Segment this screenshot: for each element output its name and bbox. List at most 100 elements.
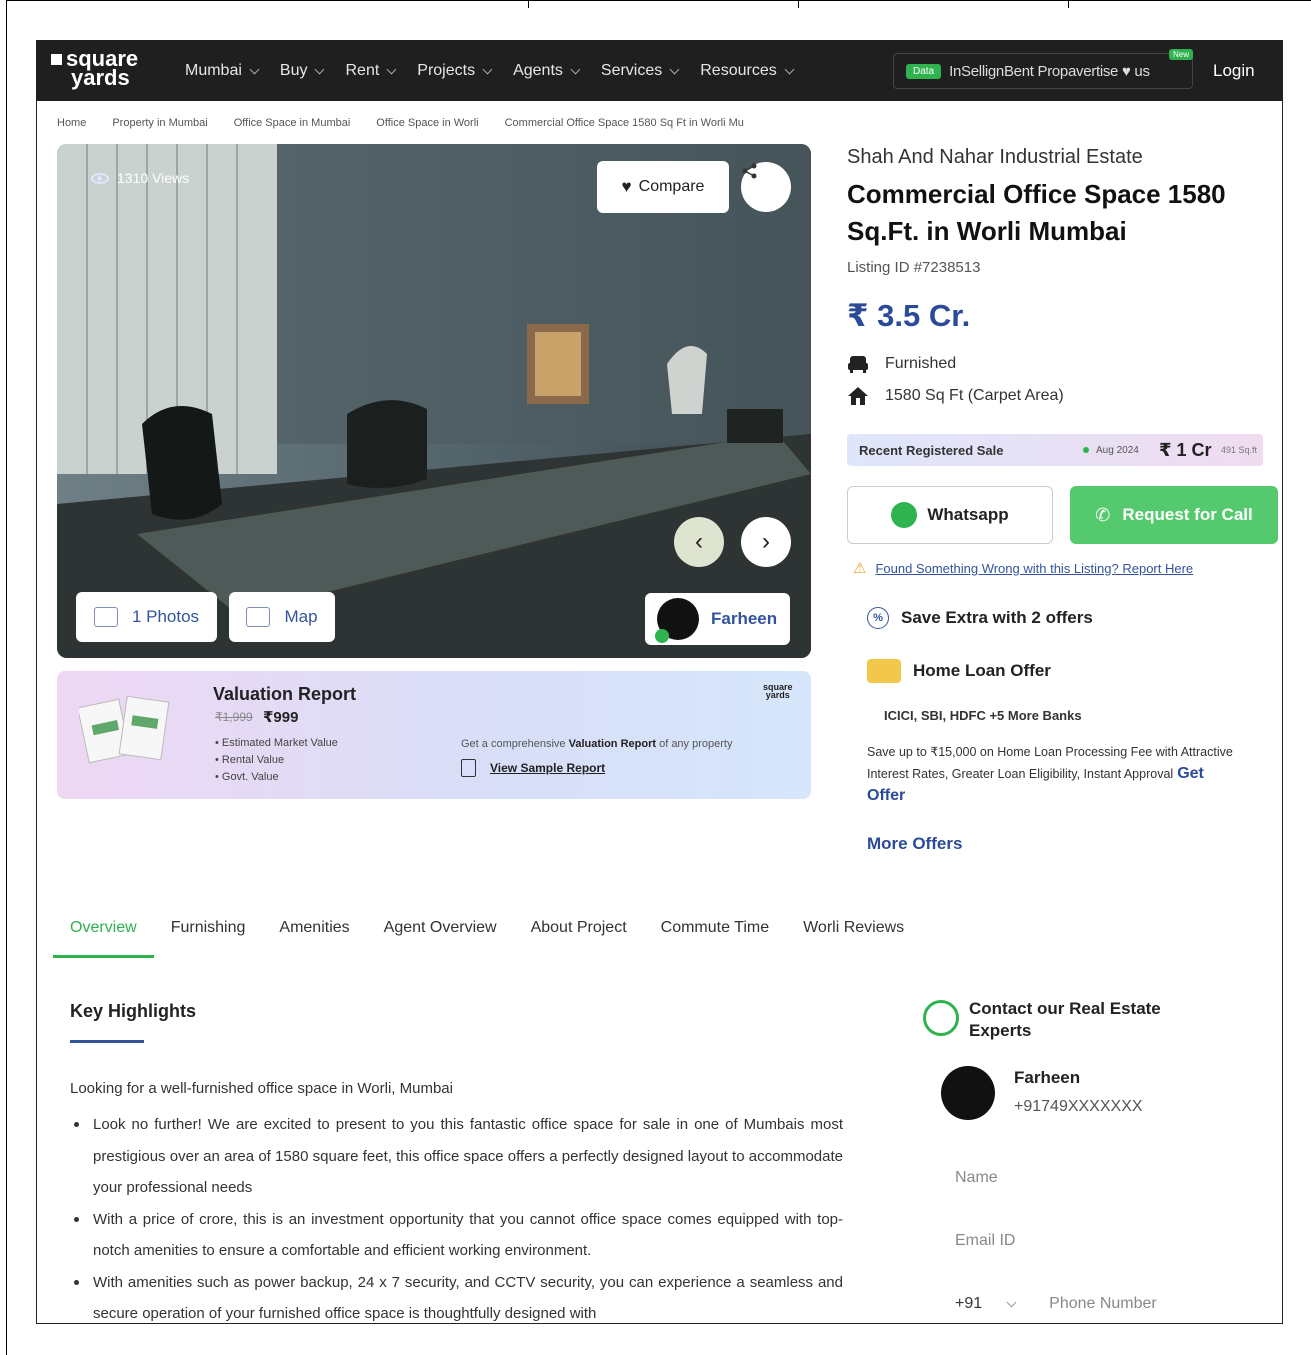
contact-heading: Contact our Real Estate Experts (923, 998, 1209, 1042)
avatar (655, 598, 699, 643)
photos-button[interactable]: 1 Photos (76, 592, 217, 642)
prev-photo-button[interactable]: ‹ (674, 517, 724, 567)
highlights-intro: Looking for a well-furnished office spac… (70, 1080, 453, 1097)
nav-item-resources[interactable]: Resources (700, 62, 795, 80)
email-field[interactable]: Email ID (955, 1232, 1015, 1250)
breadcrumb-home[interactable]: Home (57, 117, 86, 129)
furnishing-status: Furnished (847, 354, 956, 374)
tab-amenities[interactable]: Amenities (262, 909, 366, 958)
breadcrumb-property-mumbai[interactable]: Property in Mumbai (112, 117, 207, 129)
phone-field[interactable]: +91 Phone Number (955, 1295, 1157, 1313)
chevron-down-icon (386, 64, 397, 74)
phone-icon: ✆ (1095, 504, 1111, 525)
nav-item-projects[interactable]: Projects (417, 62, 493, 80)
bank-list: ICICI, SBI, HDFC +5 More Banks (884, 708, 1082, 723)
new-badge: New (1169, 49, 1194, 60)
breadcrumb-office-worli[interactable]: Office Space in Worli (376, 117, 478, 129)
view-sample-report-link[interactable]: View Sample Report (461, 759, 605, 777)
eye-icon (91, 172, 109, 184)
logo[interactable]: square yards (51, 48, 138, 89)
phone-circle-icon (923, 1000, 959, 1036)
report-listing-link[interactable]: ⚠ Found Something Wrong with this Listin… (853, 559, 1193, 577)
chevron-down-icon (1006, 1297, 1017, 1307)
next-photo-button[interactable]: › (741, 517, 791, 567)
breadcrumb: Home Property in Mumbai Office Space in … (57, 117, 770, 129)
recent-registered-sale[interactable]: Recent Registered Sale Aug 2024 ₹ 1 Cr 4… (847, 434, 1263, 466)
list-item: Look no further! We are excited to prese… (74, 1109, 843, 1204)
nav-item-agents[interactable]: Agents (513, 62, 581, 80)
money-icon (867, 659, 901, 683)
price: ₹ 3.5 Cr. (847, 298, 971, 333)
chevron-down-icon (482, 64, 493, 74)
page-frame: square yards Mumbai Buy Rent Projects Ag… (36, 40, 1283, 1324)
nav-item-buy[interactable]: Buy (280, 62, 325, 80)
country-code-select[interactable]: +91 (955, 1295, 982, 1313)
offers-heading: % Save Extra with 2 offers (867, 607, 1093, 629)
chevron-down-icon (570, 64, 581, 74)
section-tabs: Overview Furnishing Amenities Agent Over… (53, 909, 921, 958)
whatsapp-button[interactable]: Whatsapp (847, 486, 1053, 544)
page-title: Commercial Office Space 1580 Sq.Ft. in W… (847, 179, 1226, 246)
tab-overview[interactable]: Overview (53, 909, 154, 958)
valuation-features: Estimated Market Value Rental Value Govt… (215, 735, 338, 786)
list-item: Govt. Value (215, 769, 338, 786)
compare-button[interactable]: ♥ Compare (597, 161, 729, 213)
warning-icon: ⚠ (853, 560, 867, 577)
map-icon (246, 607, 271, 627)
loan-description: Save up to ₹15,000 on Home Loan Processi… (867, 745, 1233, 804)
list-item: With amenities such as power backup, 24 … (74, 1267, 843, 1324)
list-item: With a price of crore, this is an invest… (74, 1204, 843, 1267)
list-item: Estimated Market Value (215, 735, 338, 752)
heading-underline (70, 1040, 144, 1043)
nav-item-services[interactable]: Services (601, 62, 680, 80)
nav-menu: Mumbai Buy Rent Projects Agents Services… (185, 41, 815, 101)
home-icon (848, 387, 868, 405)
project-name[interactable]: Shah And Nahar Industrial Estate (847, 146, 1143, 169)
valuation-cta-text: Get a comprehensive Valuation Report of … (461, 738, 733, 750)
name-field[interactable]: Name (955, 1169, 998, 1187)
nav-item-rent[interactable]: Rent (345, 62, 397, 80)
nav-item-mumbai[interactable]: Mumbai (185, 62, 260, 80)
request-call-button[interactable]: ✆ Request for Call (1070, 486, 1278, 544)
chevron-down-icon (315, 64, 325, 74)
share-icon (742, 163, 757, 179)
data-badge: Data (906, 63, 942, 79)
chevron-down-icon (669, 64, 680, 74)
listing-id: Listing ID #7238513 (847, 259, 981, 276)
breadcrumb-current: Commercial Office Space 1580 Sq Ft in Wo… (504, 117, 744, 129)
tab-commute-time[interactable]: Commute Time (644, 909, 786, 958)
home-loan-offer: Home Loan Offer (867, 659, 1051, 683)
green-dot-icon (1083, 447, 1089, 453)
document-icon (461, 759, 476, 777)
key-highlights-heading: Key Highlights (70, 1001, 197, 1021)
carpet-area: 1580 Sq Ft (Carpet Area) (847, 386, 1064, 406)
chevron-down-icon (784, 64, 795, 74)
avatar (941, 1066, 995, 1120)
share-button[interactable] (741, 162, 791, 212)
list-item: Rental Value (215, 752, 338, 769)
sofa-icon (848, 356, 868, 373)
valuation-report-card[interactable]: Valuation Report ₹1,999 ₹999 Estimated M… (57, 671, 811, 799)
chevron-right-icon: › (762, 528, 770, 555)
nav-secondary-links[interactable]: Data InSellignBent Propavertise ♥ us (893, 53, 1193, 89)
tab-about-project[interactable]: About Project (514, 909, 644, 958)
percent-icon: % (867, 607, 889, 629)
map-button[interactable]: Map (229, 592, 335, 642)
office-photo (57, 144, 811, 658)
whatsapp-icon (891, 502, 918, 528)
camera-icon (93, 607, 118, 627)
chevron-left-icon: ‹ (695, 528, 703, 555)
photo-gallery[interactable]: 1310 Views ♥ Compare ‹ › 1 Photos Map Fa… (57, 144, 811, 658)
agent-chip[interactable]: Farheen (645, 593, 790, 645)
tab-agent-overview[interactable]: Agent Overview (367, 909, 514, 958)
login-link[interactable]: Login (1213, 61, 1255, 81)
nav-secondary-text[interactable]: InSellignBent Propavertise ♥ us (949, 63, 1150, 80)
more-offers-link[interactable]: More Offers (867, 834, 962, 854)
top-nav: square yards Mumbai Buy Rent Projects Ag… (37, 41, 1282, 101)
highlights-list: Look no further! We are excited to prese… (74, 1109, 843, 1324)
chevron-down-icon (249, 64, 260, 74)
breadcrumb-office-mumbai[interactable]: Office Space in Mumbai (234, 117, 351, 129)
tab-furnishing[interactable]: Furnishing (154, 909, 263, 958)
contact-agent-name: Farheen (1014, 1068, 1081, 1087)
tab-worli-reviews[interactable]: Worli Reviews (786, 909, 921, 958)
